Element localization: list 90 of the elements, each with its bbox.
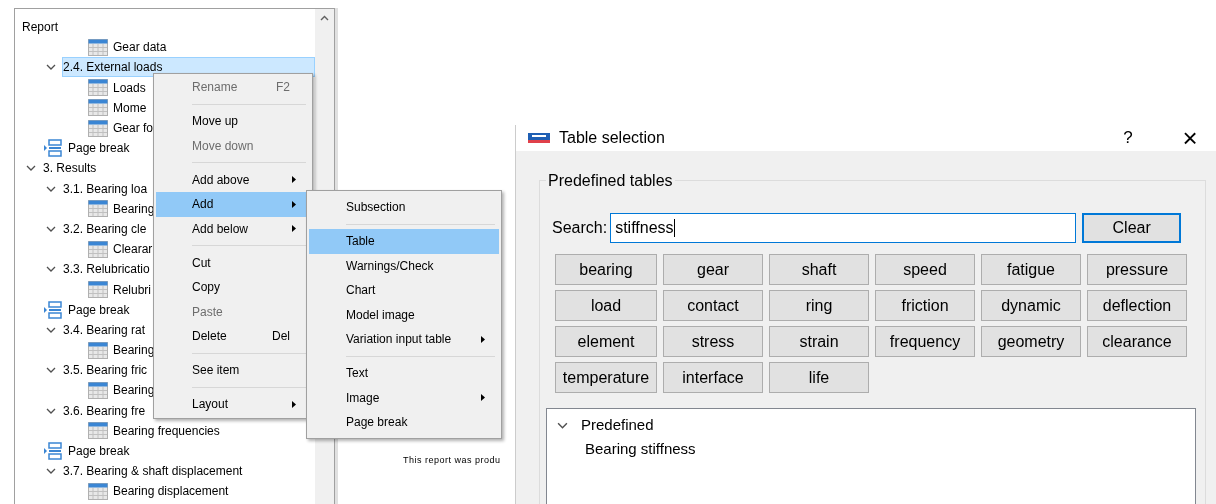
tree-item[interactable]: Bearing frequencies (112, 420, 223, 441)
tree-item[interactable]: Loads (112, 77, 149, 98)
menu-item[interactable]: Delete Del (156, 324, 310, 349)
tree-item[interactable]: Gear fo (112, 118, 157, 139)
table-icon (88, 341, 108, 359)
dialog-title: Table selection (559, 128, 665, 148)
tag-button[interactable]: contact (663, 290, 763, 321)
page-break-icon (44, 300, 62, 319)
submenu-arrow-icon (481, 335, 485, 343)
tag-button[interactable]: bearing (555, 254, 657, 285)
tree-item[interactable]: Predefined (581, 413, 654, 437)
menu-item[interactable]: Warnings/Check (309, 253, 499, 278)
tag-button[interactable]: strain (769, 326, 869, 357)
submenu-arrow-icon (292, 200, 296, 208)
tree-item[interactable]: 3.1. Bearing loa (62, 178, 151, 199)
scroll-up-icon[interactable] (320, 15, 329, 21)
table-icon (88, 200, 108, 218)
submenu-arrow-icon (292, 225, 296, 233)
tree-item[interactable]: Relubri (112, 279, 154, 300)
tag-button[interactable]: fatigue (981, 254, 1081, 285)
tag-button[interactable]: speed (875, 254, 975, 285)
tag-button[interactable]: element (555, 326, 657, 357)
tree-item[interactable]: Page break (67, 138, 133, 159)
report-footer-text: This report was produ (403, 454, 501, 467)
tree-item[interactable]: Gear data (112, 37, 170, 58)
tag-button[interactable]: pressure (1087, 254, 1187, 285)
menu-item[interactable]: Copy (156, 275, 310, 300)
tag-button[interactable]: dynamic (981, 290, 1081, 321)
app-logo-icon (528, 133, 550, 143)
menu-item[interactable]: Add below (156, 216, 310, 241)
table-icon (88, 99, 108, 117)
tree-item[interactable]: 3.3. Relubricatio (62, 259, 153, 280)
tree-item[interactable]: 3.7. Bearing & shaft displacement (62, 461, 246, 482)
table-icon (88, 482, 108, 500)
menu-item[interactable]: Model image (309, 302, 499, 327)
table-icon (88, 281, 108, 299)
tag-button[interactable]: geometry (981, 326, 1081, 357)
tag-button[interactable]: stress (663, 326, 763, 357)
tree-item[interactable]: Clearar (112, 239, 156, 260)
submenu-arrow-icon (481, 394, 485, 402)
tag-button[interactable]: temperature (555, 362, 657, 393)
menu-item[interactable]: Add above (156, 167, 310, 192)
menu-item[interactable]: Layout (156, 392, 310, 417)
tag-button[interactable]: interface (663, 362, 763, 393)
tree-item[interactable]: Bearing displacement (112, 481, 232, 502)
tree-item[interactable]: Page break (67, 441, 133, 462)
menu-item[interactable]: Chart (309, 278, 499, 303)
tree-root-label[interactable]: Report (22, 17, 315, 38)
tree-item[interactable]: 3.2. Bearing cle (62, 218, 150, 239)
table-icon (88, 422, 108, 440)
search-field[interactable]: stiffness (610, 213, 1077, 243)
tag-button[interactable]: gear (663, 254, 763, 285)
menu-item[interactable]: See item (156, 358, 310, 383)
tag-button[interactable]: friction (875, 290, 975, 321)
tree-item[interactable]: 3.4. Bearing rat (62, 319, 149, 340)
submenu-arrow-icon (292, 176, 296, 184)
menu-item[interactable]: Image (309, 385, 499, 410)
table-icon (88, 240, 108, 258)
tag-button[interactable]: clearance (1087, 326, 1187, 357)
menu-item[interactable]: Subsection (309, 195, 499, 220)
text-cursor (673, 219, 675, 237)
submenu-arrow-icon (292, 400, 296, 408)
page-break-icon (44, 442, 62, 461)
tag-button[interactable]: ring (769, 290, 869, 321)
tree-item[interactable]: 3.6. Bearing fre (62, 400, 149, 421)
tree-item[interactable]: Page break (67, 299, 133, 320)
menu-item[interactable]: Variation input table (309, 327, 499, 352)
table-icon (88, 79, 108, 97)
menu-item[interactable]: Move up (156, 109, 310, 134)
tag-button[interactable]: shaft (769, 254, 869, 285)
tag-button[interactable]: life (769, 362, 869, 393)
menu-item[interactable]: Text (309, 361, 499, 386)
tag-button[interactable]: load (555, 290, 657, 321)
help-button[interactable]: ? (1116, 125, 1140, 151)
menu-item[interactable]: Table (309, 229, 499, 254)
table-icon (88, 38, 108, 56)
tag-button[interactable]: frequency (875, 326, 975, 357)
page-break-icon (44, 139, 62, 158)
search-label: Search: (552, 218, 608, 238)
menu-item[interactable]: Cut (156, 250, 310, 275)
close-button[interactable]: × (1178, 125, 1202, 151)
tree-item[interactable]: 3.5. Bearing fric (62, 360, 151, 381)
menu-item[interactable]: Page break (309, 410, 499, 435)
tag-button[interactable]: deflection (1087, 290, 1187, 321)
clear-button[interactable]: Clear (1082, 213, 1182, 243)
tree-item[interactable]: 3. Results (42, 158, 100, 179)
table-icon (88, 119, 108, 137)
table-icon (88, 381, 108, 399)
tree-item[interactable]: Mome (112, 97, 150, 118)
tree-item[interactable]: Bearing stiffness (585, 437, 696, 461)
